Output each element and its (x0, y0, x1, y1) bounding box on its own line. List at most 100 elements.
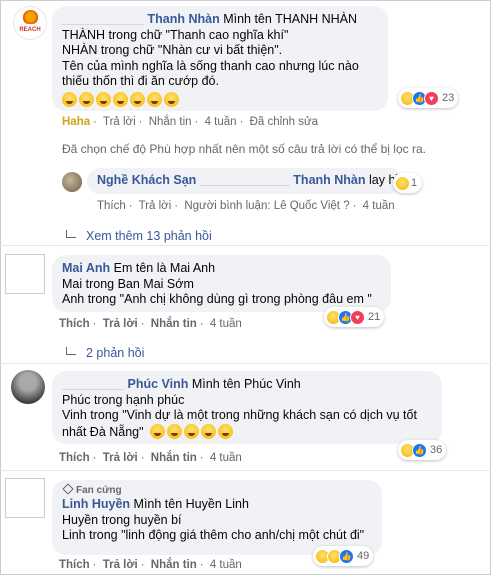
emoji-row (62, 91, 378, 109)
rofl-emoji-icon (113, 91, 128, 107)
comment-line: Em tên là Mai Anh (113, 261, 216, 275)
timestamp[interactable]: 4 tuần (205, 116, 237, 128)
love-reaction-icon: ♥ (424, 90, 439, 106)
divider (0, 470, 491, 471)
grin-emoji-icon (130, 91, 145, 107)
rofl-emoji-icon (167, 423, 183, 439)
rofl-emoji-icon (201, 423, 217, 439)
view-replies-label: 2 phản hồi (86, 346, 145, 360)
comment-line: Mình tên Phúc Vinh (191, 377, 301, 391)
reaction-count: 1 (411, 177, 418, 189)
comment-line: thiếu thốn thì đi ăn cướp đó. (62, 74, 219, 88)
comment-actions: Thích · Trả lời · Nhắn tin · 4 tuần (59, 452, 242, 464)
timestamp[interactable]: 4 tuần (210, 318, 242, 330)
comment-author[interactable]: Phúc Vinh (127, 377, 188, 391)
reply-author[interactable]: Nghề Khách Sạn (97, 173, 196, 187)
reply-button[interactable]: Trả lời (139, 200, 172, 212)
message-button[interactable]: Nhắn tin (151, 559, 197, 571)
like-reaction-icon: 👍 (339, 548, 354, 564)
top-fan-diamond-icon (62, 483, 74, 495)
reach-logo-icon (23, 10, 38, 24)
grin-emoji-icon (164, 91, 179, 107)
like-button[interactable]: Thích (59, 318, 90, 330)
reply-arrow-icon (66, 230, 76, 238)
view-replies[interactable]: 2 phản hồi (66, 346, 144, 360)
comment-line: Mình tên THANH NHÀN (223, 12, 358, 26)
commenter-label: Người bình luận: Lê Quốc Việt ? (184, 200, 350, 212)
message-button[interactable]: Nhắn tin (149, 116, 192, 128)
fan-badge: Fan cứng (76, 485, 122, 496)
divider (0, 363, 491, 364)
reaction-summary[interactable]: 1 (393, 173, 423, 193)
comment-author[interactable]: Thanh Nhàn (147, 12, 219, 26)
view-more-replies[interactable]: Xem thêm 13 phản hồi (66, 229, 212, 243)
reply-button[interactable]: Trả lời (103, 318, 138, 330)
comment-bubble: Fan cứng Linh Huyền Mình tên Huyền Linh … (52, 480, 382, 555)
redacted-name (62, 380, 124, 390)
reaction-count: 36 (430, 444, 443, 456)
reaction-count: 23 (442, 92, 455, 104)
comment-line: THÀNH trong chữ "Thanh cao nghĩa khí" (62, 27, 289, 42)
avatar[interactable] (5, 478, 45, 518)
comment-bubble: Mai Anh Em tên là Mai Anh Mai trong Ban … (52, 255, 391, 312)
comment-line: nhất Đà Nẵng" (62, 424, 144, 439)
avatar[interactable]: REACH (13, 6, 47, 40)
timestamp[interactable]: 4 tuần (210, 452, 242, 464)
haha-reaction-button[interactable]: Haha (62, 116, 90, 128)
rofl-emoji-icon (218, 423, 234, 439)
reply-arrow-icon (66, 347, 76, 355)
comment-line: Mai trong Ban Mai Sớm (62, 276, 194, 291)
grin-emoji-icon (62, 91, 77, 107)
message-button[interactable]: Nhắn tin (151, 452, 197, 464)
reaction-summary[interactable]: 👍 49 (313, 546, 374, 566)
haha-reaction-icon (395, 175, 410, 191)
reaction-count: 21 (368, 311, 381, 323)
edited-label[interactable]: Đã chỉnh sửa (250, 116, 318, 128)
comment-bubble: Phúc Vinh Mình tên Phúc Vinh Phúc trong … (52, 371, 442, 444)
message-button[interactable]: Nhắn tin (151, 318, 197, 330)
mention-link[interactable]: Thanh Nhàn (293, 173, 365, 187)
comment-line: Vinh trong "Vinh dự là một trong những k… (62, 408, 417, 422)
smile-emoji-icon (150, 423, 166, 439)
avatar[interactable] (5, 254, 45, 294)
avatar[interactable] (11, 370, 45, 404)
comment-bubble: Thanh Nhàn Mình tên THANH NHÀN THÀNH tro… (52, 6, 388, 111)
reply-actions: Thích · Trả lời · Người bình luận: Lê Quốc… (97, 200, 395, 212)
reply-button[interactable]: Trả lời (103, 116, 136, 128)
timestamp[interactable]: 4 tuần (210, 559, 242, 571)
like-button[interactable]: Thích (59, 452, 90, 464)
rofl-emoji-icon (184, 423, 200, 439)
reaction-count: 49 (357, 550, 370, 562)
comment-line: NHÀN trong chữ "Nhàn cư vi bất thiện". (62, 43, 283, 57)
laugh-emoji-icon (96, 91, 111, 107)
comment-actions: Haha · Trả lời · Nhắn tin · 4 tuần · Đã chỉn… (62, 116, 319, 128)
comment-actions: Thích · Trả lời · Nhắn tin · 4 tuần (59, 318, 242, 330)
view-more-label: Xem thêm 13 phản hồi (86, 229, 212, 243)
like-reaction-icon: 👍 (412, 442, 427, 458)
like-button[interactable]: Thích (97, 200, 126, 212)
comment-line: Linh trong "linh động giá thêm cho anh/c… (62, 528, 365, 542)
love-reaction-icon: ♥ (350, 309, 365, 325)
avatar[interactable] (62, 172, 82, 192)
reaction-summary[interactable]: 👍 ♥ 23 (398, 88, 459, 108)
reply-button[interactable]: Trả lời (103, 559, 138, 571)
comment-line: Anh trong "Anh chị không dùng gì trong p… (62, 292, 372, 306)
comment-author[interactable]: Mai Anh (62, 261, 110, 275)
like-button[interactable]: Thích (59, 559, 90, 571)
redacted-name (199, 176, 290, 186)
comment-line: Phúc trong hạnh phúc (62, 392, 185, 407)
reaction-summary[interactable]: 👍 ♥ 21 (324, 307, 385, 327)
timestamp[interactable]: 4 tuần (363, 200, 395, 212)
grin-emoji-icon (79, 91, 94, 107)
avatar-logo-text: REACH (19, 27, 41, 33)
comment-line: Tên của mình nghĩa là sống thanh cao như… (62, 58, 359, 73)
grin-emoji-icon (147, 91, 162, 107)
comment-line: Huyền trong huyền bí (62, 512, 182, 527)
filter-notice: Đã chọn chế độ Phù hợp nhất nên một số c… (62, 142, 426, 156)
reply-bubble: Nghề Khách Sạn Thanh Nhàn lay hồn (87, 168, 409, 194)
reaction-summary[interactable]: 👍 36 (398, 440, 447, 460)
comment-author[interactable]: Linh Huyền (62, 497, 130, 511)
comment-line: Mình tên Huyền Linh (133, 497, 249, 511)
reply-button[interactable]: Trả lời (103, 452, 138, 464)
comment-actions: Thích · Trả lời · Nhắn tin · 4 tuần (59, 559, 242, 571)
